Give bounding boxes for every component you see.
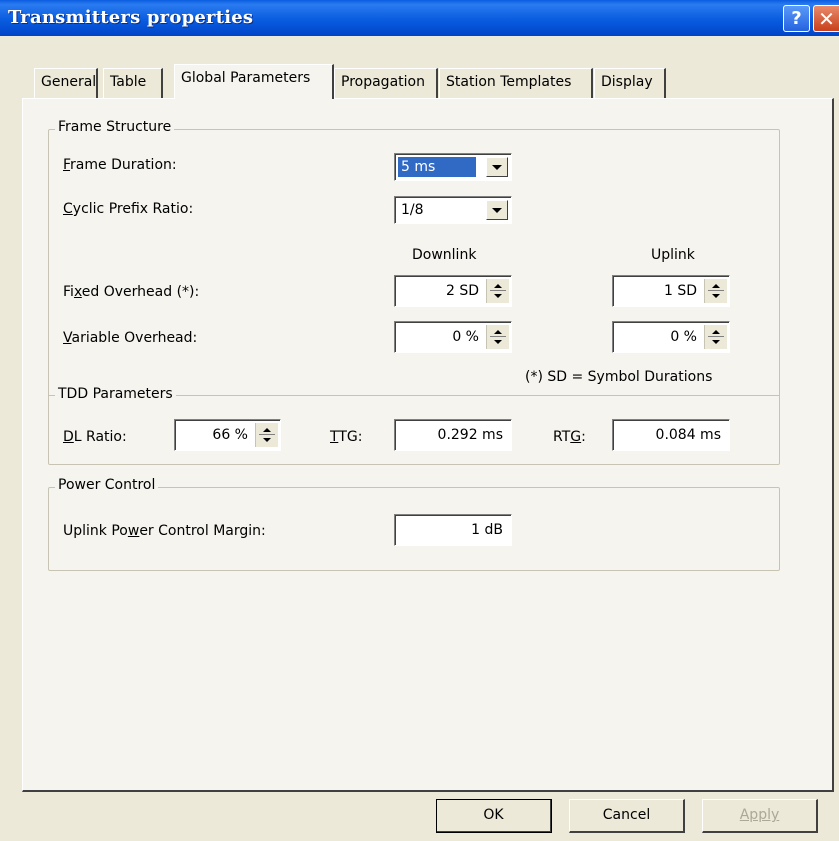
cyclic-prefix-dropdown-button[interactable] bbox=[486, 200, 508, 220]
spin-arrows-icon[interactable] bbox=[704, 279, 727, 303]
frame-duration-value: 5 ms bbox=[398, 157, 476, 177]
ok-button[interactable]: OK bbox=[436, 799, 552, 833]
symbol-duration-footnote: (*) SD = Symbol Durations bbox=[525, 369, 713, 385]
ttg-field[interactable]: 0.292 ms bbox=[394, 419, 512, 451]
fixed-overhead-uplink-field[interactable]: 1 SD bbox=[612, 275, 730, 307]
chevron-down-icon bbox=[492, 165, 502, 170]
frame-structure-title: Frame Structure bbox=[55, 119, 175, 135]
tab-table[interactable]: Table bbox=[103, 68, 163, 98]
cyclic-prefix-label: Cyclic Prefix Ratio: bbox=[63, 201, 194, 217]
uplink-power-margin-label: Uplink Power Control Margin: bbox=[63, 523, 266, 539]
spin-arrows-icon[interactable] bbox=[486, 325, 509, 349]
tab-display[interactable]: Display bbox=[594, 68, 666, 98]
rtg-field[interactable]: 0.084 ms bbox=[612, 419, 730, 451]
apply-button[interactable]: Apply bbox=[702, 799, 818, 833]
tab-propagation[interactable]: Propagation bbox=[334, 68, 438, 98]
ttg-label: TTG: bbox=[330, 429, 363, 445]
rtg-label: RTG: bbox=[553, 429, 586, 445]
title-bar[interactable]: Transmitters properties ? ✕ bbox=[0, 0, 839, 36]
variable-overhead-downlink-field[interactable]: 0 % bbox=[394, 321, 512, 353]
frame-duration-dropdown-button[interactable] bbox=[486, 157, 508, 177]
tab-page-global-parameters: Frame Structure Frame Duration: 5 ms Cyc… bbox=[22, 98, 834, 792]
chevron-down-icon bbox=[492, 208, 502, 213]
downlink-column-header: Downlink bbox=[412, 247, 477, 263]
help-button[interactable]: ? bbox=[783, 5, 810, 32]
spin-arrows-icon[interactable] bbox=[486, 279, 509, 303]
power-control-title: Power Control bbox=[55, 477, 159, 493]
dialog-window: Transmitters properties ? ✕ General Tabl… bbox=[0, 0, 839, 841]
dl-ratio-label: DL Ratio: bbox=[63, 429, 127, 445]
tab-global-parameters[interactable]: Global Parameters bbox=[174, 64, 334, 99]
cyclic-prefix-value: 1/8 bbox=[401, 202, 424, 218]
fixed-overhead-label: Fixed Overhead (*): bbox=[63, 284, 200, 300]
spin-arrows-icon[interactable] bbox=[255, 423, 278, 447]
close-icon: ✕ bbox=[818, 6, 835, 31]
cancel-button[interactable]: Cancel bbox=[569, 799, 685, 833]
uplink-column-header: Uplink bbox=[651, 247, 695, 263]
close-button[interactable]: ✕ bbox=[813, 5, 839, 32]
fixed-overhead-downlink-field[interactable]: 2 SD bbox=[394, 275, 512, 307]
variable-overhead-uplink-field[interactable]: 0 % bbox=[612, 321, 730, 353]
window-title: Transmitters properties bbox=[8, 7, 254, 28]
variable-overhead-label: Variable Overhead: bbox=[63, 330, 198, 346]
spin-arrows-icon[interactable] bbox=[704, 325, 727, 349]
uplink-power-margin-field[interactable]: 1 dB bbox=[394, 514, 512, 546]
dl-ratio-field[interactable]: 66 % bbox=[174, 419, 281, 451]
tdd-parameters-title: TDD Parameters bbox=[55, 386, 176, 402]
help-icon: ? bbox=[791, 8, 802, 29]
frame-duration-select[interactable]: 5 ms bbox=[394, 153, 512, 181]
cyclic-prefix-select[interactable]: 1/8 bbox=[394, 196, 512, 224]
frame-duration-label: Frame Duration: bbox=[63, 157, 177, 173]
tab-general[interactable]: General bbox=[34, 68, 98, 98]
tab-station-templates[interactable]: Station Templates bbox=[439, 68, 593, 98]
